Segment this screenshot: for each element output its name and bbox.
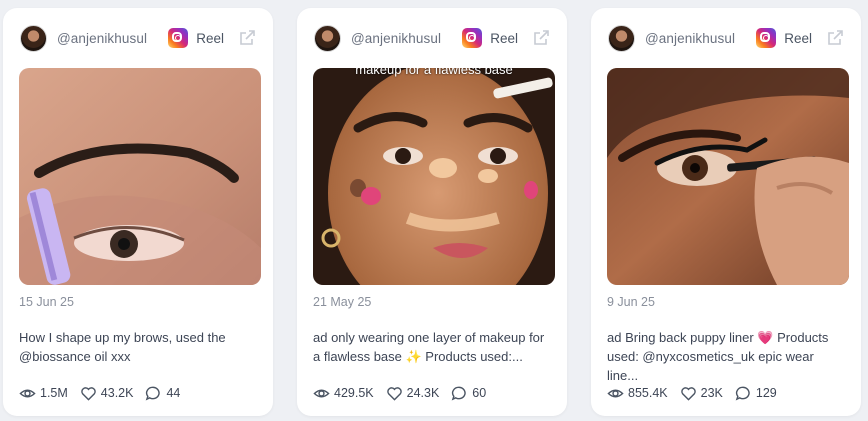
card-header: @anjenikhusul Reel [20, 24, 256, 52]
post-thumbnail[interactable] [607, 68, 849, 285]
avatar[interactable] [608, 24, 635, 52]
post-caption: ad Bring back puppy liner 💗 Products use… [607, 330, 829, 383]
card-header: @anjenikhusul Reel [314, 24, 550, 52]
post-card[interactable]: @anjenikhusul Reel 15 Jun 25 How I shape… [3, 8, 273, 416]
username[interactable]: @anjenikhusul [645, 31, 756, 46]
post-stats: 855.4K 23K 129 [607, 384, 789, 402]
reel-label: Reel [784, 30, 812, 46]
username[interactable]: @anjenikhusul [351, 31, 462, 46]
heart-icon [680, 386, 696, 401]
instagram-icon [462, 28, 483, 48]
post-date: 9 Jun 25 [607, 295, 655, 309]
card-header: @anjenikhusul Reel [608, 24, 844, 52]
post-card[interactable]: @anjenikhusul Reel makeup for a flawless… [297, 8, 567, 416]
post-stats: 429.5K 24.3K 60 [313, 384, 498, 402]
reel-label: Reel [490, 30, 518, 46]
reel-label: Reel [196, 30, 224, 46]
likes-count: 43.2K [100, 386, 134, 400]
views-count: 429.5K [334, 386, 374, 400]
comment-icon [451, 386, 466, 401]
avatar[interactable] [314, 24, 341, 52]
views-count: 1.5M [40, 386, 68, 400]
likes-count: 23K [700, 386, 723, 400]
eye-icon [313, 388, 330, 398]
comment-icon [146, 386, 161, 401]
external-link-icon[interactable] [532, 29, 550, 47]
post-caption: ad only wearing one layer of makeup for … [313, 330, 545, 364]
likes-count: 24.3K [406, 386, 440, 400]
comments-count: 44 [166, 386, 181, 400]
comments-count: 129 [755, 386, 777, 400]
post-caption: How I shape up my brows, used the @bioss… [19, 330, 226, 364]
post-thumbnail[interactable]: makeup for a flawless base [313, 68, 555, 285]
heart-icon [81, 386, 96, 401]
eye-icon [607, 388, 624, 398]
instagram-icon [756, 28, 777, 48]
instagram-icon [168, 28, 189, 48]
post-card[interactable]: @anjenikhusul Reel 9 Jun 25 ad Bring bac… [591, 8, 861, 416]
post-stats: 1.5M 43.2K 44 [19, 384, 192, 402]
comments-count: 60 [472, 386, 487, 400]
external-link-icon[interactable] [826, 29, 844, 47]
post-date: 21 May 25 [313, 295, 372, 309]
post-date: 15 Jun 25 [19, 295, 74, 309]
avatar[interactable] [20, 24, 47, 52]
post-thumbnail[interactable] [19, 68, 261, 285]
reel-overlay-text: makeup for a flawless base [355, 68, 513, 77]
eye-icon [19, 388, 36, 398]
comment-icon [735, 386, 750, 401]
views-count: 855.4K [628, 386, 668, 400]
username[interactable]: @anjenikhusul [57, 31, 168, 46]
external-link-icon[interactable] [238, 29, 256, 47]
heart-icon [386, 386, 402, 401]
